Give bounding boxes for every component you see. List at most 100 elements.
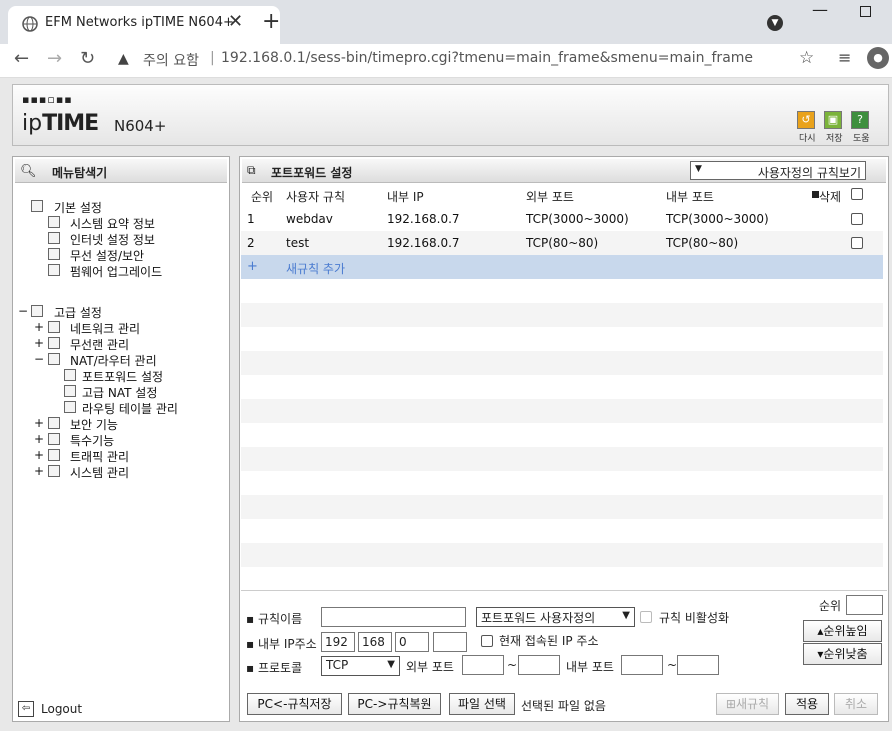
tree-wireless-lan[interactable]: 무선랜 관리: [70, 336, 129, 353]
help-icon[interactable]: ?: [851, 111, 869, 129]
page-icon: [64, 369, 76, 381]
address-bar[interactable]: 192.168.0.1/sess-bin/timepro.cgi?tmenu=m…: [221, 50, 753, 66]
rank-input[interactable]: [846, 595, 883, 615]
reload-icon[interactable]: ↻: [80, 48, 95, 69]
empty-row: [241, 447, 883, 471]
collapse-icon[interactable]: −: [18, 304, 28, 318]
tree-firmware-upgrade[interactable]: 펌웨어 업그레이드: [70, 263, 162, 280]
chevron-down-icon: ▼: [695, 164, 702, 174]
menu-explorer-header: [15, 159, 227, 183]
add-icon[interactable]: +: [247, 259, 258, 274]
forward-icon[interactable]: →: [47, 48, 62, 69]
tree-advanced-settings[interactable]: 고급 설정: [54, 304, 102, 321]
ip-octet-1[interactable]: 192: [321, 632, 355, 652]
int-port-start[interactable]: [621, 655, 663, 675]
rank-down-button[interactable]: ▾순위낮춤: [803, 643, 882, 665]
reading-list-icon[interactable]: ≡: [838, 48, 851, 67]
maximize-icon[interactable]: [860, 6, 871, 17]
minimize-icon[interactable]: —: [812, 0, 828, 19]
col-internal-port: 내부 포트: [666, 190, 714, 204]
help-label[interactable]: 도움: [853, 131, 870, 144]
tree-system-management[interactable]: 시스템 관리: [70, 464, 129, 481]
model-name: N604+: [114, 117, 167, 135]
row-delete-checkbox[interactable]: [851, 237, 863, 249]
empty-row: [241, 567, 883, 591]
row-rule[interactable]: test: [286, 236, 309, 250]
profile-avatar[interactable]: ●: [867, 47, 889, 69]
tree-internet-info[interactable]: 인터넷 설정 정보: [70, 231, 155, 248]
back-icon[interactable]: ←: [14, 48, 29, 69]
save-label[interactable]: 저장: [826, 131, 843, 144]
magnifier-icon: 🔍︎: [20, 164, 37, 179]
protocol-label: ▪ 프로토콜: [246, 661, 303, 675]
new-tab-icon[interactable]: +: [262, 9, 280, 34]
expand-icon[interactable]: +: [34, 416, 44, 430]
view-rules-select[interactable]: ▼ 사용자정의 규칙보기: [690, 161, 866, 180]
logout-icon[interactable]: ⇦: [18, 701, 34, 717]
pc-save-rules-button[interactable]: PC<-규칙저장: [247, 693, 342, 715]
expand-icon[interactable]: +: [34, 464, 44, 478]
divider: [241, 590, 887, 591]
current-ip-checkbox[interactable]: [481, 635, 493, 647]
expand-icon[interactable]: +: [34, 320, 44, 334]
int-port-label: 내부 포트: [566, 660, 614, 674]
select-all-checkbox[interactable]: [851, 188, 863, 200]
ip-octet-4[interactable]: [433, 632, 467, 652]
bookmark-star-icon[interactable]: ☆: [799, 48, 814, 68]
rule-type-select[interactable]: 포트포워드 사용자정의 ▼: [476, 607, 635, 627]
add-rule-link[interactable]: 새규칙 추가: [286, 260, 345, 277]
refresh-icon[interactable]: ↺: [797, 111, 815, 129]
tree-network-management[interactable]: 네트워크 관리: [70, 320, 140, 337]
ext-port-label: 외부 포트: [406, 660, 454, 674]
rule-name-input[interactable]: [321, 607, 466, 627]
network-icon: [48, 321, 60, 333]
expand-icon[interactable]: +: [34, 448, 44, 462]
int-port-end[interactable]: [677, 655, 719, 675]
ip-octet-3[interactable]: 0: [395, 632, 429, 652]
empty-row: [241, 303, 883, 327]
logout-link[interactable]: Logout: [41, 702, 82, 716]
col-rank: 순위: [251, 190, 274, 204]
file-select-button[interactable]: 파일 선택: [449, 693, 515, 715]
chevron-down-icon: ▼: [387, 659, 395, 670]
apply-button[interactable]: 적용: [785, 693, 829, 715]
ext-port-start[interactable]: [462, 655, 504, 675]
logo-dots-icon: ▪▪▪▫▪▪: [22, 93, 73, 106]
empty-row: [241, 495, 883, 519]
new-rule-button[interactable]: ⊞새규칙: [716, 693, 779, 715]
protocol-select[interactable]: TCP ▼: [321, 656, 400, 676]
warning-icon[interactable]: ▲: [118, 51, 129, 67]
refresh-label[interactable]: 다시: [799, 131, 816, 144]
close-icon[interactable]: ✕: [228, 11, 243, 32]
tree-basic-settings[interactable]: 기본 설정: [54, 199, 102, 216]
tree-port-forward[interactable]: 포트포워드 설정: [82, 368, 163, 385]
save-icon[interactable]: ▣: [824, 111, 842, 129]
router-icon: [48, 353, 60, 365]
ext-port-end[interactable]: [518, 655, 560, 675]
empty-row: [241, 279, 883, 303]
cancel-button[interactable]: 취소: [834, 693, 878, 715]
tree-advanced-nat[interactable]: 고급 NAT 설정: [82, 384, 157, 401]
tree-wireless-security[interactable]: 무선 설정/보안: [70, 247, 144, 264]
tab-search-icon[interactable]: ▼: [767, 15, 783, 31]
tree-routing-table[interactable]: 라우팅 테이블 관리: [82, 400, 178, 417]
tab-title: EFM Networks ipTIME N604+: [45, 15, 234, 30]
rank-up-button[interactable]: ▴순위높임: [803, 620, 882, 642]
row-delete-checkbox[interactable]: [851, 213, 863, 225]
tree-nat-router[interactable]: NAT/라우터 관리: [70, 352, 157, 369]
expand-icon[interactable]: +: [34, 336, 44, 350]
expand-icon[interactable]: +: [34, 432, 44, 446]
empty-row: [241, 543, 883, 567]
tree-special[interactable]: 특수기능: [70, 432, 114, 449]
no-file-label: 선택된 파일 없음: [521, 699, 606, 713]
collapse-icon[interactable]: −: [34, 352, 44, 366]
rank-label: 순위: [819, 599, 842, 613]
security-label[interactable]: 주의 요함: [143, 50, 199, 70]
ip-octet-2[interactable]: 168: [358, 632, 392, 652]
tree-traffic[interactable]: 트래픽 관리: [70, 448, 129, 465]
pc-restore-rules-button[interactable]: PC->규칙복원: [348, 693, 441, 715]
row-rule[interactable]: webdav: [286, 212, 333, 226]
tree-system-summary[interactable]: 시스템 요약 정보: [70, 215, 155, 232]
disable-rule-checkbox[interactable]: [640, 611, 652, 623]
tree-security[interactable]: 보안 기능: [70, 416, 118, 433]
